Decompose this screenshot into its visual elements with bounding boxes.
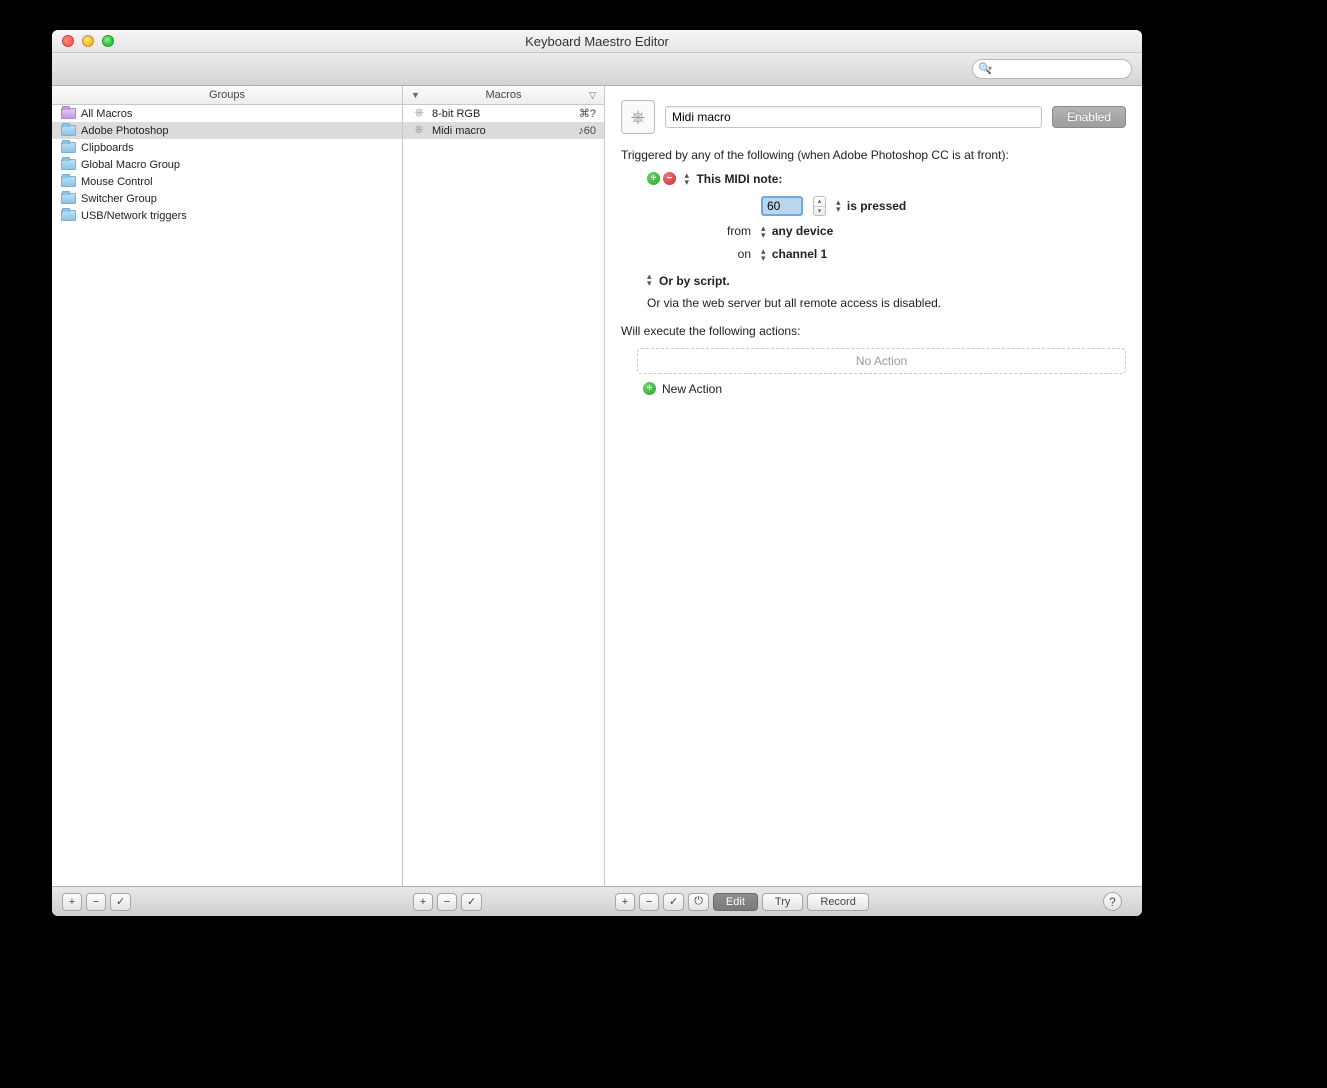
group-clipboards[interactable]: Clipboards <box>52 139 402 156</box>
popup-arrows-icon[interactable]: ▴▾ <box>836 199 841 213</box>
remove-macro-button[interactable]: − <box>437 893 457 911</box>
sort-outline-icon[interactable]: ▽ <box>589 90 596 101</box>
note-stepper[interactable]: ▴▾ <box>813 196 826 216</box>
titlebar: Keyboard Maestro Editor <box>52 30 1142 53</box>
folder-icon <box>61 142 76 153</box>
web-server-text: Or via the web server but all remote acc… <box>621 294 1126 312</box>
macro-icon: ⎈ <box>411 106 427 119</box>
macros-header[interactable]: ▼ Macros ▽ <box>403 86 604 105</box>
group-global[interactable]: Global Macro Group <box>52 156 402 173</box>
remove-action-button[interactable]: − <box>639 893 659 911</box>
groups-header[interactable]: Groups <box>52 86 402 105</box>
or-script-popup[interactable]: Or by script. <box>659 274 730 288</box>
on-label: on <box>717 247 751 261</box>
toggle-macro-button[interactable]: ✓ <box>461 893 482 911</box>
footer-toolbar: + − ✓ + − ✓ + − ✓ ⏻ Edit Try Record ? <box>52 886 1142 916</box>
app-window: Keyboard Maestro Editor 🔍 ▾ Groups All M… <box>52 30 1142 916</box>
macros-list: ⎈ 8-bit RGB ⌘? ⎈ Midi macro ♪60 <box>403 105 604 886</box>
search-menu-icon[interactable]: ▾ <box>988 64 992 73</box>
plus-icon: + <box>643 382 656 395</box>
trigger-intro-text: Triggered by any of the following (when … <box>621 146 1126 164</box>
macro-icon: ⎈ <box>621 100 655 134</box>
trigger-type-popup[interactable]: This MIDI note: <box>696 172 782 186</box>
detail-pane: ⎈ Enabled Triggered by any of the follow… <box>605 86 1142 886</box>
folder-icon <box>61 210 76 221</box>
group-switcher[interactable]: Switcher Group <box>52 190 402 207</box>
window-title: Keyboard Maestro Editor <box>52 34 1142 49</box>
help-button[interactable]: ? <box>1103 892 1122 911</box>
sort-down-icon[interactable]: ▼ <box>411 90 420 100</box>
add-trigger-button[interactable]: + <box>647 172 660 185</box>
midi-note-input[interactable] <box>761 196 803 216</box>
folder-icon <box>61 125 76 136</box>
toggle-group-button[interactable]: ✓ <box>110 893 131 911</box>
stepper-down-icon[interactable]: ▾ <box>814 207 825 216</box>
groups-list: All Macros Adobe Photoshop Clipboards Gl… <box>52 105 402 886</box>
stepper-up-icon[interactable]: ▴ <box>814 197 825 207</box>
popup-arrows-icon[interactable]: ▴▾ <box>761 248 766 262</box>
popup-arrows-icon[interactable]: ▴▾ <box>684 172 689 186</box>
macro-midi[interactable]: ⎈ Midi macro ♪60 <box>403 122 604 139</box>
remove-group-button[interactable]: − <box>86 893 106 911</box>
remove-trigger-button[interactable]: − <box>663 172 676 185</box>
new-action-button[interactable]: + New Action <box>643 382 1126 396</box>
note-condition-popup[interactable]: is pressed <box>847 199 906 213</box>
channel-popup[interactable]: channel 1 <box>772 247 827 261</box>
popup-arrows-icon[interactable]: ▴▾ <box>761 225 766 239</box>
toggle-action-button[interactable]: ✓ <box>663 893 684 911</box>
macro-icon: ⎈ <box>411 123 427 136</box>
enabled-button[interactable]: Enabled <box>1052 106 1126 128</box>
try-button[interactable]: Try <box>762 893 803 911</box>
record-button[interactable]: Record <box>807 893 868 911</box>
groups-column: Groups All Macros Adobe Photoshop Clipbo… <box>52 86 403 886</box>
search-input[interactable] <box>972 59 1132 79</box>
folder-icon <box>61 159 76 170</box>
add-macro-button[interactable]: + <box>413 893 433 911</box>
macro-name-input[interactable] <box>665 106 1042 128</box>
popup-arrows-icon[interactable]: ▴▾ <box>647 273 652 287</box>
macros-column: ▼ Macros ▽ ⎈ 8-bit RGB ⌘? ⎈ Midi macro ♪… <box>403 86 605 886</box>
device-popup[interactable]: any device <box>772 224 833 238</box>
exec-label: Will execute the following actions: <box>621 322 1126 340</box>
no-action-placeholder[interactable]: No Action <box>637 348 1126 374</box>
macro-8bit-rgb[interactable]: ⎈ 8-bit RGB ⌘? <box>403 105 604 122</box>
add-group-button[interactable]: + <box>62 893 82 911</box>
add-action-button[interactable]: + <box>615 893 635 911</box>
group-all-macros[interactable]: All Macros <box>52 105 402 122</box>
edit-button[interactable]: Edit <box>713 893 758 911</box>
from-label: from <box>717 224 751 238</box>
search-field[interactable]: 🔍 ▾ <box>972 59 1132 79</box>
group-usb-network[interactable]: USB/Network triggers <box>52 207 402 224</box>
group-mouse-control[interactable]: Mouse Control <box>52 173 402 190</box>
group-adobe-photoshop[interactable]: Adobe Photoshop <box>52 122 402 139</box>
folder-icon <box>61 108 76 119</box>
folder-icon <box>61 176 76 187</box>
folder-icon <box>61 193 76 204</box>
toolbar: 🔍 ▾ <box>52 53 1142 86</box>
power-action-button[interactable]: ⏻ <box>688 893 709 911</box>
